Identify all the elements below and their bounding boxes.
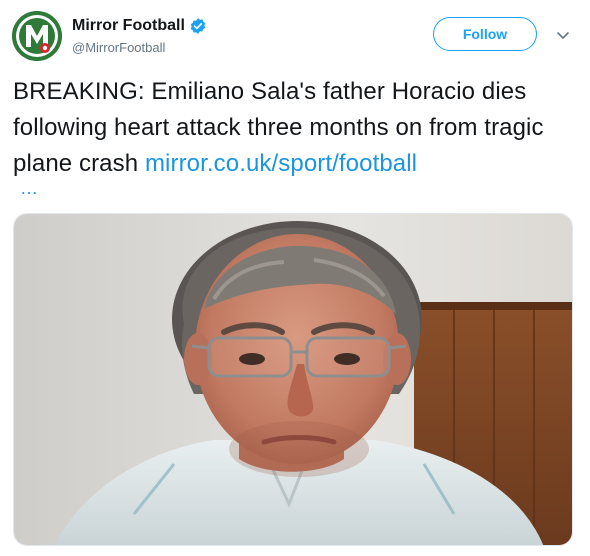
avatar[interactable]: [12, 11, 62, 61]
display-name[interactable]: Mirror Football: [72, 17, 185, 35]
name-row: Mirror Football: [72, 15, 207, 37]
photo-image: [14, 214, 572, 545]
tweet-link[interactable]: mirror.co.uk/sport/football: [145, 150, 417, 177]
tweet-text: BREAKING: Emiliano Sala's father Horacio…: [13, 74, 585, 182]
mirror-football-logo-icon: [12, 11, 62, 61]
tweet-photo[interactable]: [13, 213, 573, 546]
chevron-down-icon[interactable]: [555, 27, 571, 43]
handle[interactable]: @MirrorFootball: [72, 40, 207, 55]
link-ellipsis[interactable]: …: [20, 178, 39, 199]
account-info: Mirror Football @MirrorFootball: [72, 15, 207, 55]
follow-button[interactable]: Follow: [433, 17, 537, 51]
verified-badge-icon: [190, 18, 206, 34]
